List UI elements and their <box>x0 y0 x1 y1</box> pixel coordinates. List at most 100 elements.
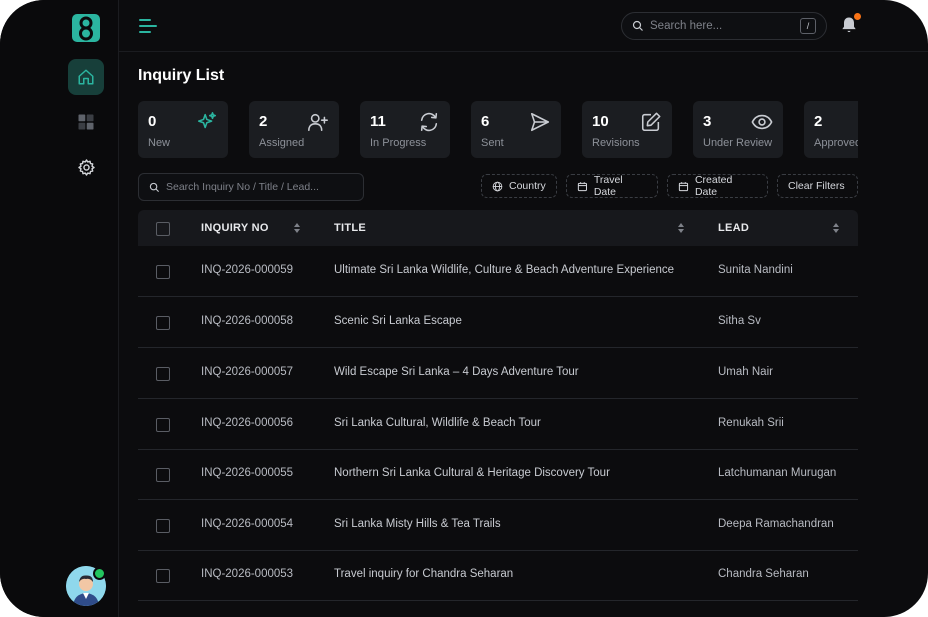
app-window: Search here... / Inquiry List 0 New 2 As… <box>0 0 928 617</box>
stat-card-sent[interactable]: 6 Sent <box>471 101 561 158</box>
clear-filters-button[interactable]: Clear Filters <box>777 174 858 198</box>
stat-count: 0 <box>148 113 157 130</box>
nav-dashboard[interactable] <box>68 104 104 140</box>
stat-label: In Progress <box>370 137 427 149</box>
row-checkbox[interactable] <box>156 418 170 432</box>
user-avatar[interactable] <box>66 566 106 606</box>
table-row[interactable]: INQ-2026-000058 Scenic Sri Lanka Escape … <box>138 297 858 348</box>
lead-cell: Chandra Seharan <box>718 568 809 580</box>
row-checkbox[interactable] <box>156 569 170 583</box>
column-header-title[interactable]: TITLE <box>334 222 366 234</box>
stat-count: 11 <box>370 113 386 130</box>
stat-count: 2 <box>259 113 268 130</box>
title-cell: Travel inquiry for Chandra Seharan <box>334 568 514 580</box>
inquiry-no-cell: INQ-2026-000059 <box>201 264 294 276</box>
menu-toggle-icon[interactable] <box>137 15 159 37</box>
send-icon <box>530 112 550 132</box>
nav-settings[interactable] <box>68 149 104 185</box>
stat-count: 10 <box>592 113 609 130</box>
stat-card-in-progress[interactable]: 11 In Progress <box>360 101 450 158</box>
sidebar <box>0 0 119 617</box>
search-icon <box>632 20 643 31</box>
stat-label: Sent <box>481 137 504 149</box>
global-search-input[interactable]: Search here... / <box>621 12 827 40</box>
row-checkbox[interactable] <box>156 367 170 381</box>
calendar-icon <box>577 181 587 191</box>
table-header: INQUIRY NO TITLE LEAD <box>138 210 858 246</box>
table-row[interactable]: INQ-2026-000059 Ultimate Sri Lanka Wildl… <box>138 246 858 297</box>
sort-icon[interactable] <box>832 223 840 233</box>
select-all-checkbox[interactable] <box>156 222 170 236</box>
row-checkbox[interactable] <box>156 519 170 533</box>
home-icon <box>78 69 94 85</box>
table-row[interactable]: INQ-2026-000057 Wild Escape Sri Lanka – … <box>138 348 858 399</box>
row-checkbox[interactable] <box>156 468 170 482</box>
column-header-inquiry-no[interactable]: INQUIRY NO <box>201 222 269 234</box>
stat-count: 3 <box>703 113 712 130</box>
brand-logo[interactable] <box>70 12 102 44</box>
created-date-filter-button[interactable]: Created Date <box>667 174 768 198</box>
main-content: Search here... / Inquiry List 0 New 2 As… <box>119 0 928 617</box>
row-checkbox[interactable] <box>156 316 170 330</box>
inquiry-no-cell: INQ-2026-000053 <box>201 568 294 580</box>
table-row[interactable]: INQ-2026-000056 Sri Lanka Cultural, Wild… <box>138 399 858 450</box>
column-header-lead[interactable]: LEAD <box>718 222 749 234</box>
stat-label: Under Review <box>703 137 773 149</box>
lead-cell: Latchumanan Murugan <box>718 467 837 479</box>
refresh-icon <box>420 112 438 132</box>
nav-home[interactable] <box>68 59 104 95</box>
inquiry-search-input[interactable]: Search Inquiry No / Title / Lead... <box>138 173 364 201</box>
lead-cell: Renukah Srii <box>718 417 784 429</box>
title-cell: Ultimate Sri Lanka Wildlife, Culture & B… <box>334 264 675 276</box>
inquiry-no-cell: INQ-2026-000055 <box>201 467 294 479</box>
lead-cell: Sunita Nandini <box>718 264 793 276</box>
table-row[interactable]: INQ-2026-000054 Sri Lanka Misty Hills & … <box>138 500 858 551</box>
online-status-dot <box>93 567 106 580</box>
calendar-icon <box>678 181 689 191</box>
inquiry-no-cell: INQ-2026-000058 <box>201 315 294 327</box>
inquiry-no-cell: INQ-2026-000057 <box>201 366 294 378</box>
country-filter-button[interactable]: Country <box>481 174 557 198</box>
sort-icon[interactable] <box>293 223 301 233</box>
inquiry-no-cell: INQ-2026-000056 <box>201 417 294 429</box>
stat-label: Approved <box>814 137 858 149</box>
user-plus-icon <box>308 113 328 132</box>
stat-card-assigned[interactable]: 2 Assigned <box>249 101 339 158</box>
title-cell: Scenic Sri Lanka Escape <box>334 315 462 327</box>
dashboard-grid-icon <box>78 114 94 130</box>
search-placeholder: Search here... <box>650 20 723 32</box>
topbar: Search here... / <box>119 0 928 52</box>
row-checkbox[interactable] <box>156 265 170 279</box>
stat-card-new[interactable]: 0 New <box>138 101 228 158</box>
stat-label: New <box>148 137 171 149</box>
globe-icon <box>492 181 503 191</box>
lead-cell: Umah Nair <box>718 366 773 378</box>
title-cell: Sri Lanka Misty Hills & Tea Trails <box>334 518 501 530</box>
lead-cell: Sitha Sv <box>718 315 761 327</box>
title-cell: Northern Sri Lanka Cultural & Heritage D… <box>334 467 610 479</box>
stat-label: Revisions <box>592 137 640 149</box>
travel-date-filter-label: Travel Date <box>593 174 623 198</box>
search-icon <box>149 182 160 192</box>
search-shortcut-key: / <box>800 18 816 34</box>
lead-cell: Deepa Ramachandran <box>718 518 834 530</box>
edit-icon <box>641 112 661 132</box>
search-placeholder: Search Inquiry No / Title / Lead... <box>166 181 319 193</box>
stat-count: 6 <box>481 113 490 130</box>
eye-icon <box>751 114 773 130</box>
notification-dot <box>854 13 861 20</box>
travel-date-filter-button[interactable]: Travel Date <box>566 174 658 198</box>
clear-filters-label: Clear Filters <box>788 180 845 192</box>
gear-icon <box>77 158 95 176</box>
stat-label: Assigned <box>259 137 305 149</box>
sparkles-icon <box>197 112 217 129</box>
stat-card-revisions[interactable]: 10 Revisions <box>582 101 672 158</box>
table-row[interactable]: INQ-2026-000053 Travel inquiry for Chand… <box>138 550 858 601</box>
title-cell: Wild Escape Sri Lanka – 4 Days Adventure… <box>334 366 579 378</box>
table-row[interactable]: INQ-2026-000055 Northern Sri Lanka Cultu… <box>138 449 858 500</box>
page-title: Inquiry List <box>138 67 225 84</box>
stat-card-under-review[interactable]: 3 Under Review <box>693 101 783 158</box>
sort-icon[interactable] <box>677 223 685 233</box>
title-cell: Sri Lanka Cultural, Wildlife & Beach Tou… <box>334 417 541 429</box>
stat-card-approved[interactable]: 2 Approved <box>804 101 858 158</box>
